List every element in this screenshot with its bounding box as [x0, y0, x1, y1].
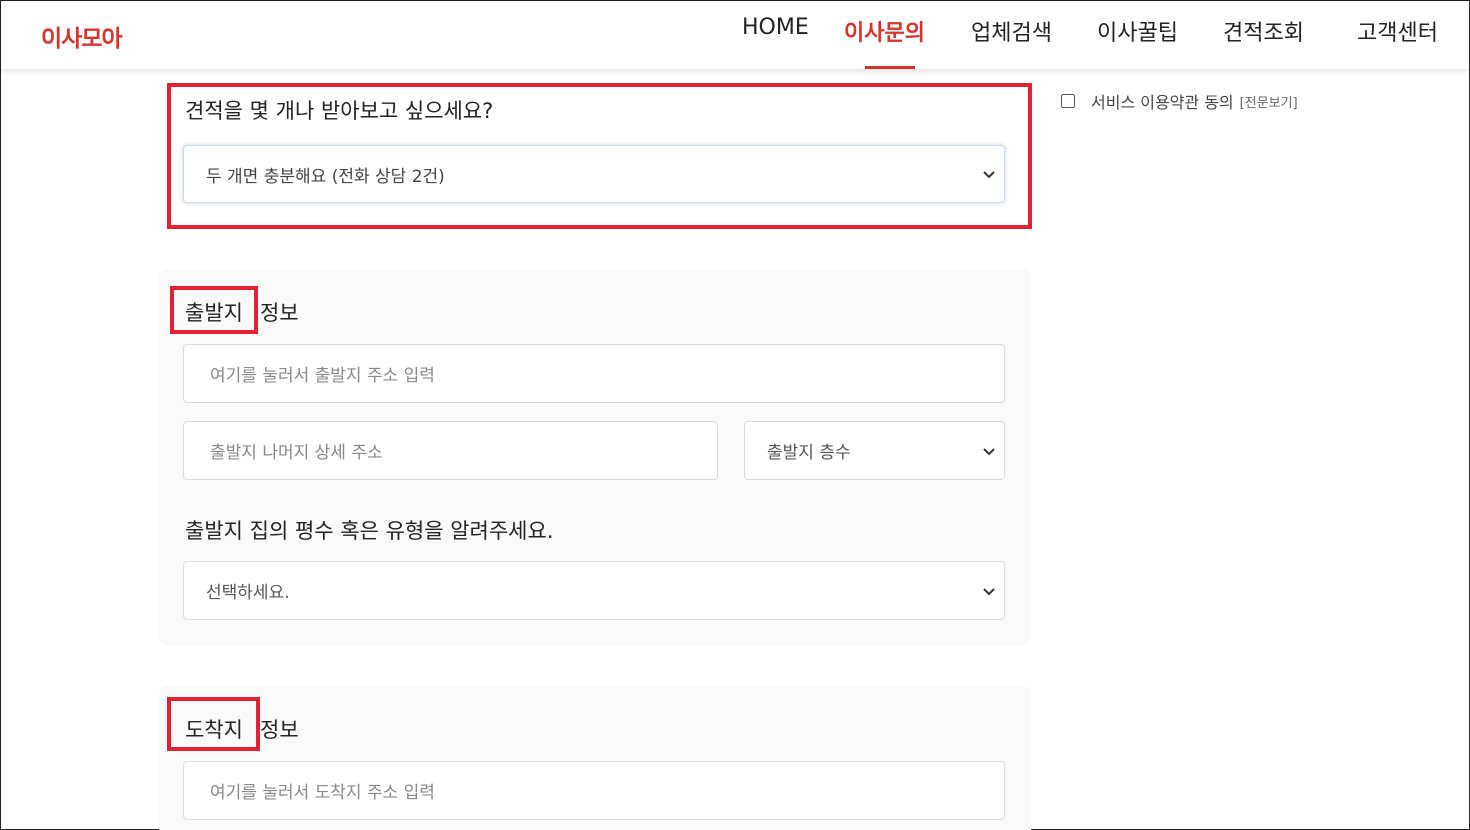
site-header: 이사모아 HOME 이사문의 업체검색 이사꿀팁 견적조회 고객센터	[1, 1, 1469, 69]
departure-title-highlight: 출발지	[185, 301, 243, 325]
quote-count-select[interactable]: 두 개면 충분해요 (전화 상담 2건)	[183, 145, 1005, 203]
chevron-down-icon	[983, 587, 995, 595]
departure-floor-select[interactable]: 출발지 층수	[744, 421, 1005, 480]
quote-count-selected-value: 두 개면 충분해요 (전화 상담 2건)	[206, 166, 445, 187]
nav-active-underline	[865, 66, 915, 69]
departure-size-question: 출발지 집의 평수 혹은 유형을 알려주세요.	[185, 519, 554, 543]
chevron-down-icon	[983, 171, 995, 179]
nav-moving-tips[interactable]: 이사꿀팁	[1097, 15, 1178, 69]
terms-agreement: 서비스 이용약관 동의 [전문보기]	[1061, 89, 1298, 113]
departure-size-select[interactable]: 선택하세요.	[183, 561, 1005, 620]
departure-floor-value: 출발지 층수	[767, 443, 851, 463]
departure-address-placeholder: 여기를 눌러서 출발지 주소 입력	[210, 366, 435, 386]
arrival-title-highlight: 도착지	[185, 718, 243, 742]
arrival-title-rest: 정보	[260, 718, 299, 742]
departure-title-rest: 정보	[260, 301, 299, 325]
arrival-address-placeholder: 여기를 눌러서 도착지 주소 입력	[210, 783, 435, 803]
departure-detail-placeholder: 출발지 나머지 상세 주소	[210, 443, 383, 463]
nav-customer-center[interactable]: 고객센터	[1357, 15, 1438, 69]
arrival-address-input[interactable]: 여기를 눌러서 도착지 주소 입력	[183, 761, 1005, 820]
nav-home[interactable]: HOME	[742, 15, 809, 69]
nav-company-search[interactable]: 업체검색	[971, 15, 1052, 69]
chevron-down-icon	[983, 447, 995, 455]
departure-size-value: 선택하세요.	[206, 583, 290, 603]
departure-address-input[interactable]: 여기를 눌러서 출발지 주소 입력	[183, 344, 1005, 403]
site-logo[interactable]: 이사모아	[41, 19, 123, 53]
nav-moving-inquiry[interactable]: 이사문의	[844, 15, 925, 69]
terms-full-view-link[interactable]: [전문보기]	[1240, 92, 1298, 111]
quote-count-question: 견적을 몇 개나 받아보고 싶으세요?	[185, 99, 494, 123]
terms-checkbox[interactable]	[1061, 94, 1075, 108]
departure-detail-address-input[interactable]: 출발지 나머지 상세 주소	[183, 421, 718, 480]
terms-label: 서비스 이용약관 동의	[1091, 93, 1234, 112]
nav-quote-lookup[interactable]: 견적조회	[1223, 15, 1304, 69]
